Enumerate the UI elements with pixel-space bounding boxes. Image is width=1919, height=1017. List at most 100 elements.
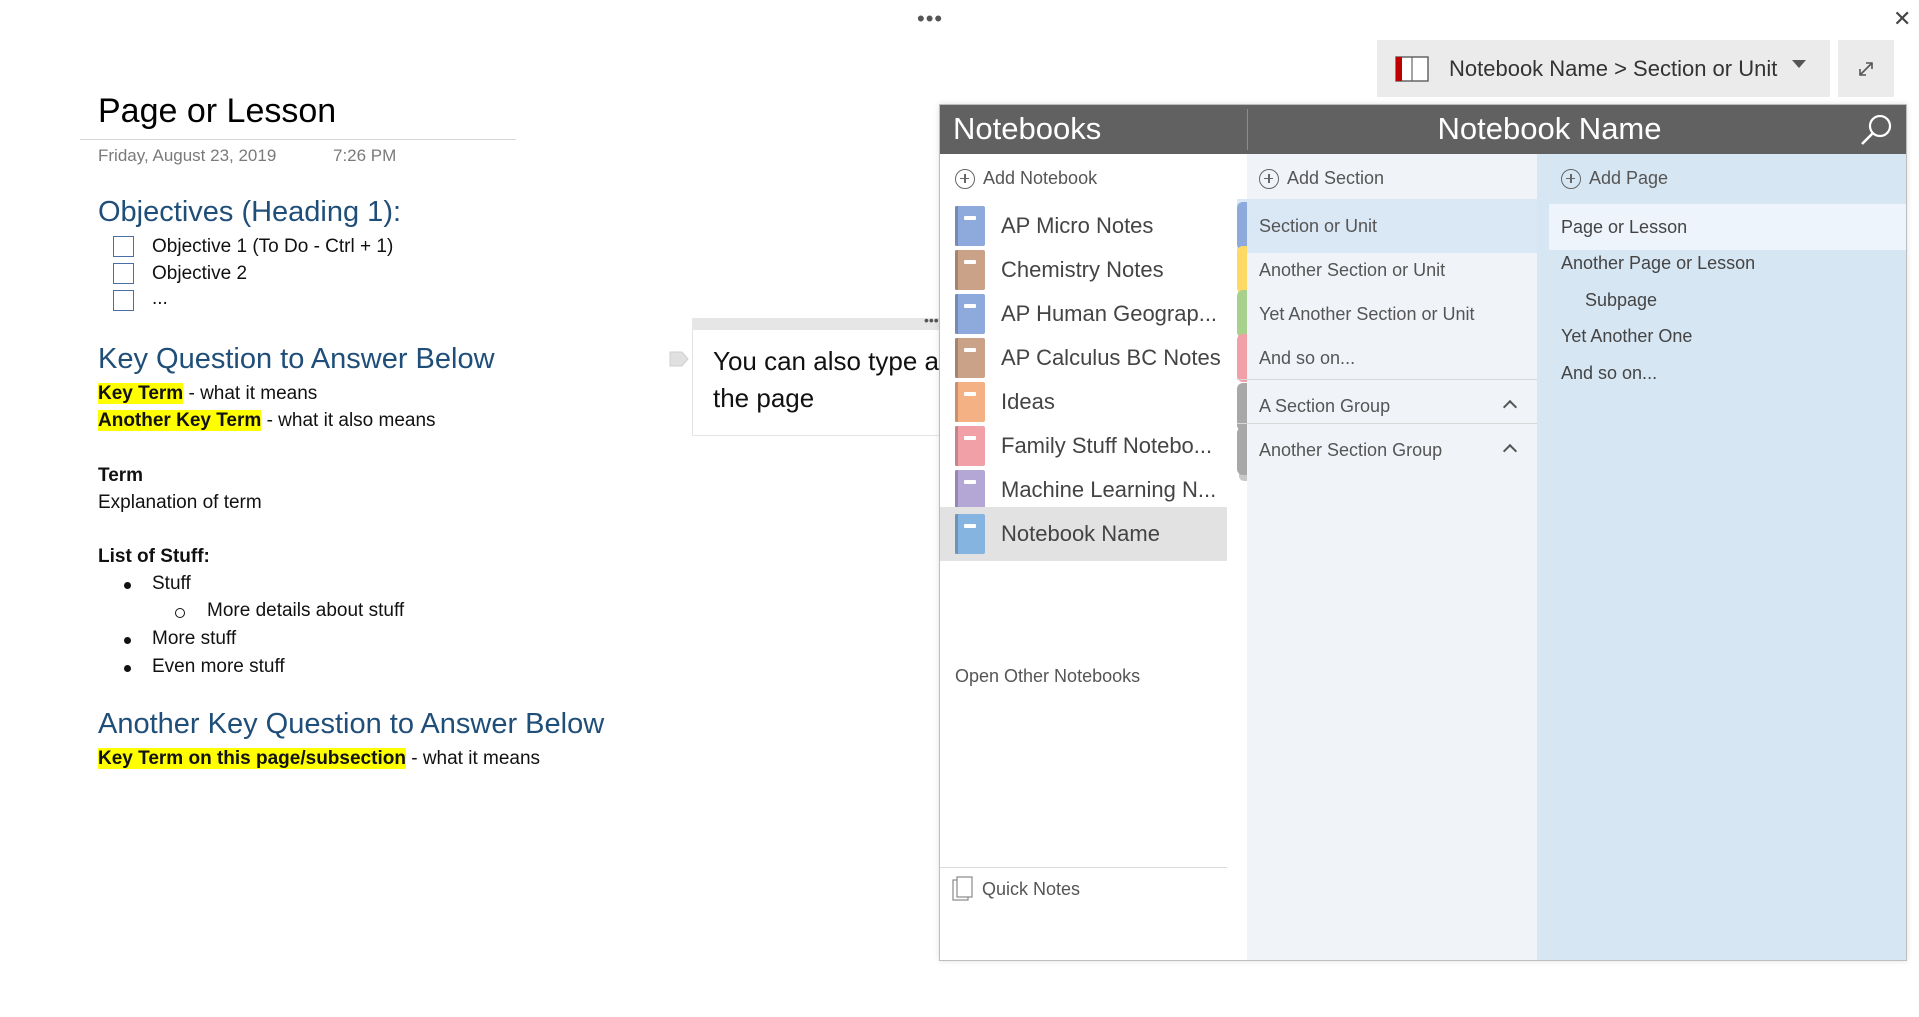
chevron-down-icon bbox=[1792, 60, 1806, 68]
todo-checkbox[interactable] bbox=[113, 236, 134, 257]
note-text[interactable]: You can also type a the page bbox=[713, 343, 939, 417]
breadcrumb: Notebook Name > Section or Unit bbox=[1449, 55, 1778, 81]
objective-item[interactable]: Objective 1 (To Do - Ctrl + 1) bbox=[152, 236, 393, 258]
plus-circle-icon bbox=[1259, 168, 1279, 189]
key-term-line[interactable]: Another Key Term - what it also means bbox=[98, 410, 436, 432]
more-options-icon[interactable]: ••• bbox=[917, 6, 943, 32]
chevron-up-icon[interactable] bbox=[1502, 443, 1518, 459]
plus-circle-icon bbox=[1561, 168, 1581, 189]
list-label[interactable]: List of Stuff: bbox=[98, 546, 210, 568]
key-term-definition: - what it means bbox=[405, 748, 541, 769]
page-label: Yet Another One bbox=[1561, 326, 1693, 346]
notebook-label: Machine Learning N... bbox=[1001, 477, 1217, 502]
section-group-tab-icon bbox=[1237, 427, 1247, 475]
page-title[interactable]: Page or Lesson bbox=[98, 92, 336, 131]
section-tab-icon bbox=[1237, 334, 1247, 382]
sub-bullet-icon bbox=[175, 608, 185, 618]
bullet-icon bbox=[124, 582, 131, 589]
note-line: the page bbox=[713, 383, 815, 413]
quick-notes-button[interactable]: Quick Notes bbox=[952, 876, 1080, 902]
objective-item[interactable]: Objective 2 bbox=[152, 263, 247, 285]
expand-button[interactable] bbox=[1838, 40, 1894, 97]
todo-checkbox[interactable] bbox=[113, 263, 134, 284]
notebook-label: AP Human Geograp... bbox=[1001, 301, 1218, 326]
quick-notes-label: Quick Notes bbox=[982, 878, 1081, 899]
notebook-icon bbox=[955, 470, 985, 510]
add-section-button[interactable]: Add Section bbox=[1259, 168, 1384, 189]
notebook-navigator-button[interactable]: Notebook Name > Section or Unit bbox=[1377, 40, 1830, 97]
notebook-icon bbox=[955, 338, 985, 378]
key-question-heading[interactable]: Key Question to Answer Below bbox=[98, 343, 495, 376]
chevron-up-icon[interactable] bbox=[1502, 399, 1518, 415]
term-label[interactable]: Term bbox=[98, 465, 143, 487]
container-arrow-icon bbox=[669, 351, 689, 367]
close-icon[interactable]: ✕ bbox=[1893, 6, 1911, 32]
page-label: Page or Lesson bbox=[1561, 216, 1688, 237]
list-item[interactable]: More stuff bbox=[152, 628, 236, 650]
add-page-button[interactable]: Add Page bbox=[1561, 168, 1668, 189]
list-item[interactable]: More details about stuff bbox=[207, 600, 404, 622]
notebook-panel: Notebooks Notebook Name Add Notebook AP … bbox=[939, 104, 1907, 961]
list-item[interactable]: Stuff bbox=[152, 573, 191, 595]
notebooks-column: Add Notebook AP Micro Notes Chemistry Not… bbox=[940, 154, 1247, 960]
objective-item[interactable]: ... bbox=[152, 288, 168, 310]
current-notebook-title: Notebook Name bbox=[1437, 111, 1662, 146]
plus-circle-icon bbox=[955, 168, 975, 189]
sections-column: Add Section Section or Unit Another Secti… bbox=[1237, 154, 1537, 960]
note-container[interactable]: You can also type a the page bbox=[692, 318, 940, 436]
bullet-icon bbox=[124, 637, 131, 644]
key-question-2-heading[interactable]: Another Key Question to Answer Below bbox=[98, 708, 604, 741]
section-label: Section or Unit bbox=[1259, 215, 1378, 236]
page-label: And so on... bbox=[1561, 362, 1658, 383]
key-term-line[interactable]: Key Term on this page/subsection - what … bbox=[98, 748, 540, 770]
expand-icon bbox=[1859, 61, 1873, 76]
page-label: Subpage bbox=[1585, 289, 1658, 310]
quick-notes-icon bbox=[952, 876, 973, 901]
notebook-label: AP Micro Notes bbox=[1001, 213, 1154, 238]
key-term: Key Term bbox=[98, 383, 184, 404]
key-term-line[interactable]: Key Term - what it means bbox=[98, 383, 317, 405]
page-label: Another Page or Lesson bbox=[1561, 253, 1756, 273]
note-line: You can also type a bbox=[713, 346, 939, 376]
section-label: Yet Another Section or Unit bbox=[1259, 303, 1475, 324]
section-group-label: Another Section Group bbox=[1259, 440, 1443, 460]
section-label: Another Section or Unit bbox=[1259, 259, 1446, 280]
key-term-definition: - what it means bbox=[183, 383, 318, 404]
notebook-label: AP Calculus BC Notes bbox=[1001, 345, 1221, 370]
notebook-label: Family Stuff Notebo... bbox=[1001, 433, 1213, 458]
container-handle-icon[interactable]: ••• bbox=[924, 312, 939, 328]
open-other-notebooks-link[interactable]: Open Other Notebooks bbox=[955, 666, 1140, 687]
notebook-label: Notebook Name bbox=[1001, 521, 1160, 546]
section-label: And so on... bbox=[1259, 347, 1356, 368]
container-handle-bar[interactable] bbox=[692, 318, 940, 330]
divider bbox=[940, 867, 1227, 868]
notebook-icon bbox=[955, 294, 985, 334]
notebook-icon bbox=[955, 514, 985, 554]
notebook-icon bbox=[955, 426, 985, 466]
key-term: Another Key Term bbox=[98, 410, 262, 431]
page-item[interactable]: And so on... bbox=[1549, 350, 1906, 396]
page-time: 7:26 PM bbox=[333, 146, 397, 165]
objectives-heading[interactable]: Objectives (Heading 1): bbox=[98, 196, 401, 229]
search-icon[interactable] bbox=[1856, 111, 1896, 149]
title-divider bbox=[80, 139, 516, 140]
notebook-label: Ideas bbox=[1001, 389, 1055, 414]
key-term-definition: - what it also means bbox=[261, 410, 436, 431]
section-item[interactable]: And so on... bbox=[1237, 331, 1537, 385]
notebook-item[interactable]: Notebook Name bbox=[940, 507, 1227, 561]
section-group-item[interactable]: Another Section Group bbox=[1237, 423, 1537, 481]
add-notebook-button[interactable]: Add Notebook bbox=[955, 168, 1097, 189]
open-book-icon bbox=[1395, 55, 1429, 82]
add-notebook-label: Add Notebook bbox=[983, 168, 1098, 188]
notebooks-title: Notebooks bbox=[953, 111, 1102, 146]
list-item[interactable]: Even more stuff bbox=[152, 656, 285, 678]
panel-header: Notebooks Notebook Name bbox=[940, 105, 1906, 154]
notebook-icon bbox=[955, 250, 985, 290]
notebook-icon bbox=[955, 382, 985, 422]
add-section-label: Add Section bbox=[1287, 168, 1385, 188]
term-explanation[interactable]: Explanation of term bbox=[98, 492, 262, 514]
todo-checkbox[interactable] bbox=[113, 290, 134, 311]
notebook-icon bbox=[955, 206, 985, 246]
pages-column: Add Page Page or Lesson Another Page or L… bbox=[1537, 154, 1906, 960]
key-term: Key Term on this page/subsection bbox=[98, 748, 406, 769]
